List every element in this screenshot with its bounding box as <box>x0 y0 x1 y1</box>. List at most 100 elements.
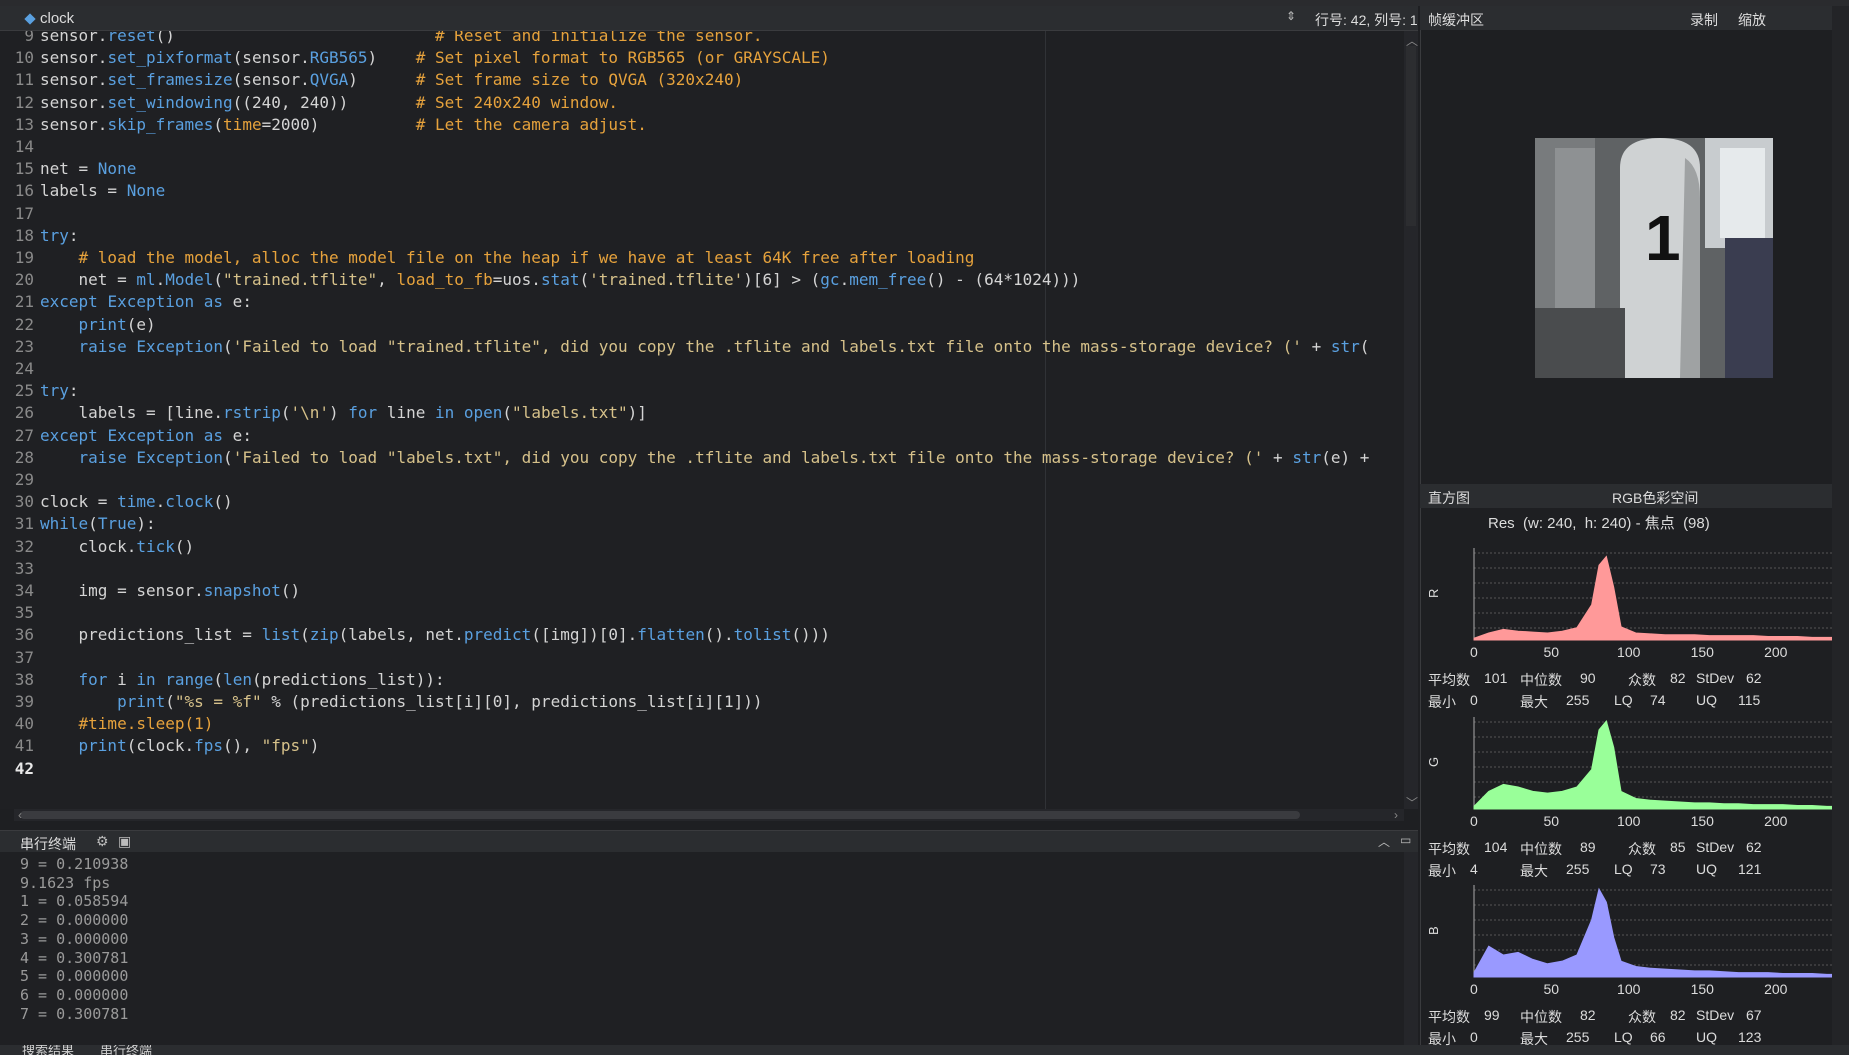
code-text: clock.tick() <box>40 536 195 556</box>
stat-mean: 104 <box>1484 839 1508 855</box>
stat-min: 4 <box>1470 861 1478 877</box>
axis-tick-label: 0 <box>1470 813 1478 829</box>
line-number: 36 <box>14 625 34 645</box>
code-line[interactable]: 33 <box>0 558 40 580</box>
line-number: 41 <box>14 736 34 756</box>
zoom-button[interactable]: 缩放 <box>1738 10 1766 30</box>
stat-uq-label: UQ <box>1696 692 1717 708</box>
code-text: sensor.set_framesize(sensor.QVGA) # Set … <box>40 70 744 90</box>
code-line[interactable]: 27 except Exception as e: <box>0 425 252 447</box>
axis-tick-label: 100 <box>1617 981 1641 997</box>
terminal-settings-icon[interactable]: ⚙ <box>96 833 109 850</box>
terminal-line: 7 = 0.300781 <box>20 1004 129 1023</box>
code-line[interactable]: 31 while(True): <box>0 513 156 535</box>
stat-mode-label: 众数 <box>1628 1009 1656 1025</box>
stat-stdev-label: StDev <box>1696 1007 1735 1023</box>
stat-min-label: 最小 <box>1428 863 1456 879</box>
code-line[interactable]: 10 sensor.set_pixformat(sensor.RGB565) # … <box>0 47 830 69</box>
line-number: 15 <box>14 159 34 179</box>
code-line[interactable]: 37 <box>0 647 40 669</box>
code-line[interactable]: 19 # load the model, alloc the model fil… <box>0 247 975 269</box>
code-line[interactable]: 38 for i in range(len(predictions_list))… <box>0 669 445 691</box>
channel-label: B <box>1426 926 1441 935</box>
code-line[interactable]: 16 labels = None <box>0 180 166 202</box>
code-line[interactable]: 11 sensor.set_framesize(sensor.QVGA) # Se… <box>0 69 743 91</box>
terminal-header: 串行终端 ⚙ ▣ ︿ ▭ <box>0 830 1418 853</box>
editor-filename[interactable]: clock <box>40 10 74 27</box>
right-edge-toolbar <box>1832 6 1849 1045</box>
code-line[interactable]: 12 sensor.set_windowing((240, 240)) # Set… <box>0 92 618 114</box>
frame-digit: 1 <box>1645 202 1681 274</box>
stat-median: 90 <box>1580 670 1596 686</box>
terminal-output[interactable]: 9 = 0.210938 9.1623 fps 1 = 0.058594 2 = 0.… <box>0 852 1418 1045</box>
maximize-icon[interactable]: ▭ <box>1400 833 1411 847</box>
code-line[interactable]: 28 raise Exception('Failed to load "labe… <box>0 447 1370 469</box>
status-tab-terminal[interactable]: 串行终端 <box>100 1045 152 1055</box>
line-number: 21 <box>14 292 34 312</box>
code-line[interactable]: 42 <box>0 758 40 780</box>
scroll-down-icon[interactable]: ﹀ <box>1406 794 1418 811</box>
code-line[interactable]: 15 net = None <box>0 158 137 180</box>
code-line[interactable]: 20 net = ml.Model("trained.tflite", load… <box>0 269 1081 291</box>
stat-max: 255 <box>1566 692 1590 708</box>
code-line[interactable]: 24 <box>0 358 40 380</box>
record-button[interactable]: 录制 <box>1690 10 1718 30</box>
code-line[interactable]: 30 clock = time.clock() <box>0 491 233 513</box>
framebuffer-header: 帧缓冲区 录制 缩放 <box>1420 6 1849 30</box>
code-line[interactable]: 22 print(e) <box>0 314 156 336</box>
scroll-right-icon[interactable]: › <box>1394 808 1398 822</box>
terminal-line: 2 = 0.000000 <box>20 911 129 930</box>
code-text: labels = None <box>40 181 166 201</box>
code-line[interactable]: 21 except Exception as e: <box>0 291 252 313</box>
stat-lq: 73 <box>1650 861 1666 877</box>
code-line[interactable]: 39 print("%s = %f" % (predictions_list[i… <box>0 691 763 713</box>
status-tab-search[interactable]: 搜索结果 <box>22 1045 74 1055</box>
terminal-scrollbar[interactable] <box>1404 852 1418 1045</box>
save-icon[interactable]: ▣ <box>118 833 131 850</box>
code-line[interactable]: 34 img = sensor.snapshot() <box>0 580 300 602</box>
line-number: 40 <box>14 714 34 734</box>
framebuffer-title: 帧缓冲区 <box>1428 12 1484 28</box>
stat-min: 0 <box>1470 1029 1478 1045</box>
collapse-icon[interactable]: ︿ <box>1378 833 1390 850</box>
code-line[interactable]: 23 raise Exception('Failed to load "trai… <box>0 336 1370 358</box>
code-line[interactable]: 40 #time.sleep(1) <box>0 713 214 735</box>
code-line[interactable]: 36 predictions_list = list(zip(labels, n… <box>0 624 830 646</box>
line-number: 20 <box>14 270 34 290</box>
editor-horizontal-scroll-thumb[interactable] <box>20 811 1300 819</box>
code-line[interactable]: 25 try: <box>0 380 79 402</box>
editor-vertical-scroll-thumb[interactable] <box>1406 46 1416 226</box>
colorspace-select[interactable]: RGB色彩空间 <box>1612 488 1698 508</box>
line-number: 31 <box>14 514 34 534</box>
code-editor[interactable]: 9 sensor.reset() # Reset and initialize t… <box>0 31 1418 809</box>
stat-lq: 66 <box>1650 1029 1666 1045</box>
scroll-up-icon[interactable]: ︿ <box>1406 32 1418 49</box>
code-line[interactable]: 26 labels = [line.rstrip('\n') for line … <box>0 402 647 424</box>
line-number: 30 <box>14 492 34 512</box>
sort-icon[interactable]: ⇕ <box>1286 9 1296 23</box>
axis-tick-label: 0 <box>1470 981 1478 997</box>
code-line[interactable]: 13 sensor.skip_frames(time=2000) # Let th… <box>0 114 647 136</box>
line-number: 29 <box>14 470 34 489</box>
stat-mean: 101 <box>1484 670 1508 686</box>
scroll-left-icon[interactable]: ‹ <box>18 808 22 822</box>
stat-max: 255 <box>1566 861 1590 877</box>
code-line[interactable]: 41 print(clock.fps(), "fps") <box>0 735 320 757</box>
code-line[interactable]: 17 <box>0 203 40 225</box>
histogram-r: R 0 50 100 150 200 <box>1420 548 1849 678</box>
code-line[interactable]: 18 try: <box>0 225 79 247</box>
histogram-title: 直方图 <box>1428 490 1470 506</box>
code-line[interactable]: 29 <box>0 469 40 491</box>
axis-tick-label: 100 <box>1617 644 1641 660</box>
code-line[interactable]: 32 clock.tick() <box>0 536 194 558</box>
code-line[interactable]: 35 <box>0 602 40 624</box>
histogram-plot: R <box>1426 548 1849 641</box>
code-line[interactable]: 9 sensor.reset() # Reset and initialize t… <box>0 31 762 47</box>
stat-mode: 85 <box>1670 839 1686 855</box>
stat-stdev-label: StDev <box>1696 670 1735 686</box>
line-number: 18 <box>14 225 34 245</box>
stat-max: 255 <box>1566 1029 1590 1045</box>
code-line[interactable]: 14 <box>0 136 40 158</box>
code-text: img = sensor.snapshot() <box>40 581 301 600</box>
stat-max-label: 最大 <box>1520 1031 1548 1047</box>
